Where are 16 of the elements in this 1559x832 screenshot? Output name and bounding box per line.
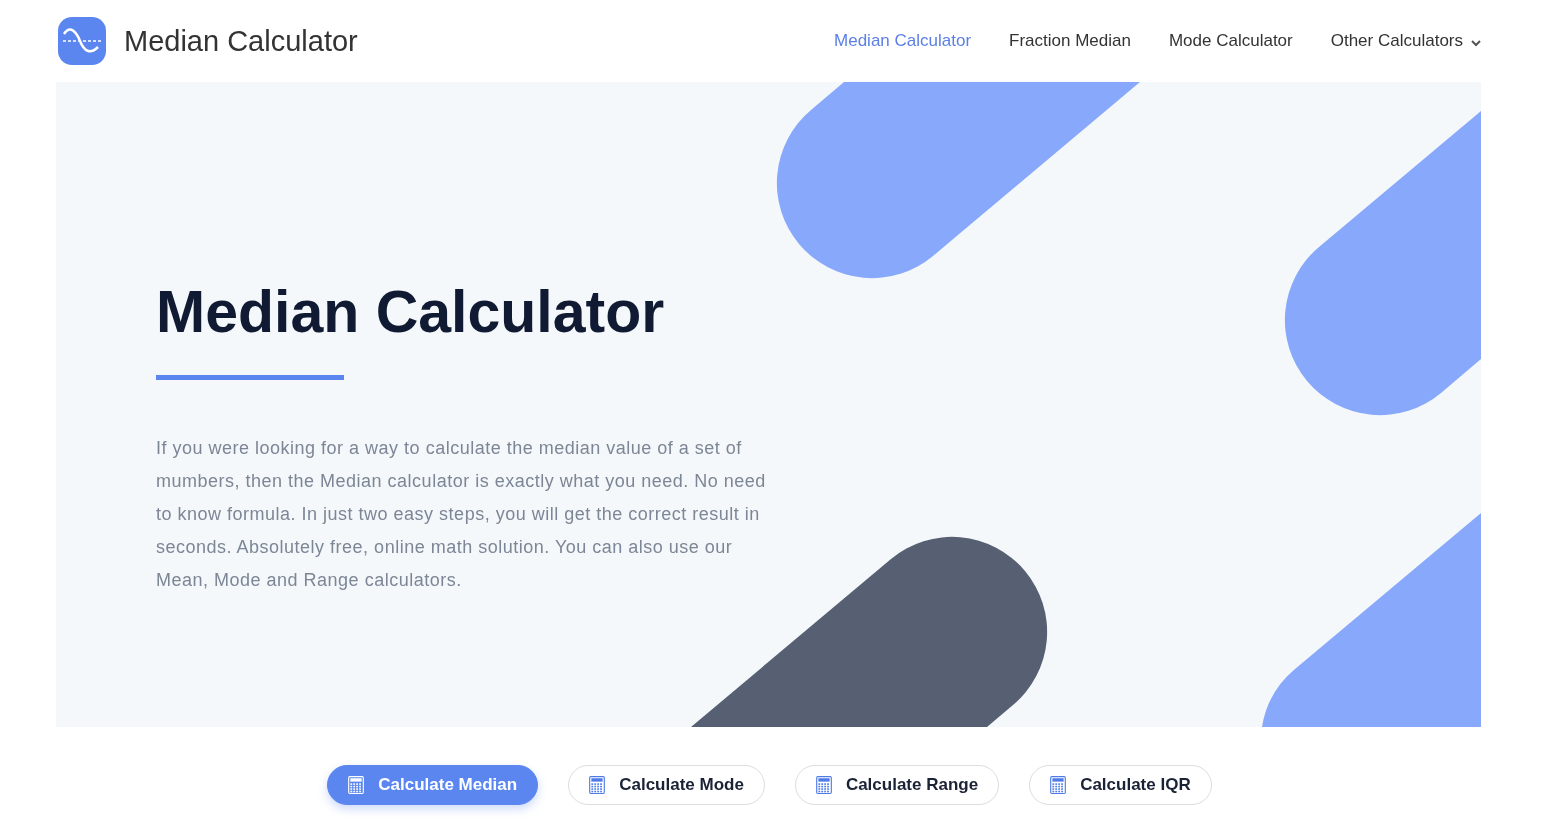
chevron-icon bbox=[1471, 39, 1481, 47]
calculator-icon bbox=[348, 776, 365, 794]
nav-link[interactable]: Median Calculator bbox=[834, 31, 972, 51]
nav-link[interactable]: Fraction Median bbox=[1009, 31, 1131, 51]
calculator-button[interactable]: Calculate IQR bbox=[1029, 765, 1212, 805]
hero-title: Median Calculator bbox=[156, 280, 666, 345]
calculator-icon bbox=[589, 776, 606, 794]
calculator-button[interactable]: Calculate Mode bbox=[568, 765, 765, 805]
calculator-icon bbox=[1050, 776, 1067, 794]
logo-text[interactable]: Median Calculator bbox=[124, 24, 358, 58]
logo-icon[interactable] bbox=[58, 17, 106, 65]
calculator-icon bbox=[815, 776, 832, 794]
calculator-button[interactable]: Calculate Range bbox=[794, 765, 1000, 805]
hero-description: If you were looking for a way to calculate the median value of a set of mumbers, then the Median calculator is exactly what you need. No need to know formula. In just two easy steps, you will get the correct result in seconds. Absolutely free, online math solution. You can also use our Mean, Mode and Range calculators. bbox=[156, 436, 767, 592]
nav-link[interactable]: Mode Calculator bbox=[1168, 31, 1293, 51]
nav-link[interactable]: Other Calculators bbox=[1330, 31, 1481, 51]
